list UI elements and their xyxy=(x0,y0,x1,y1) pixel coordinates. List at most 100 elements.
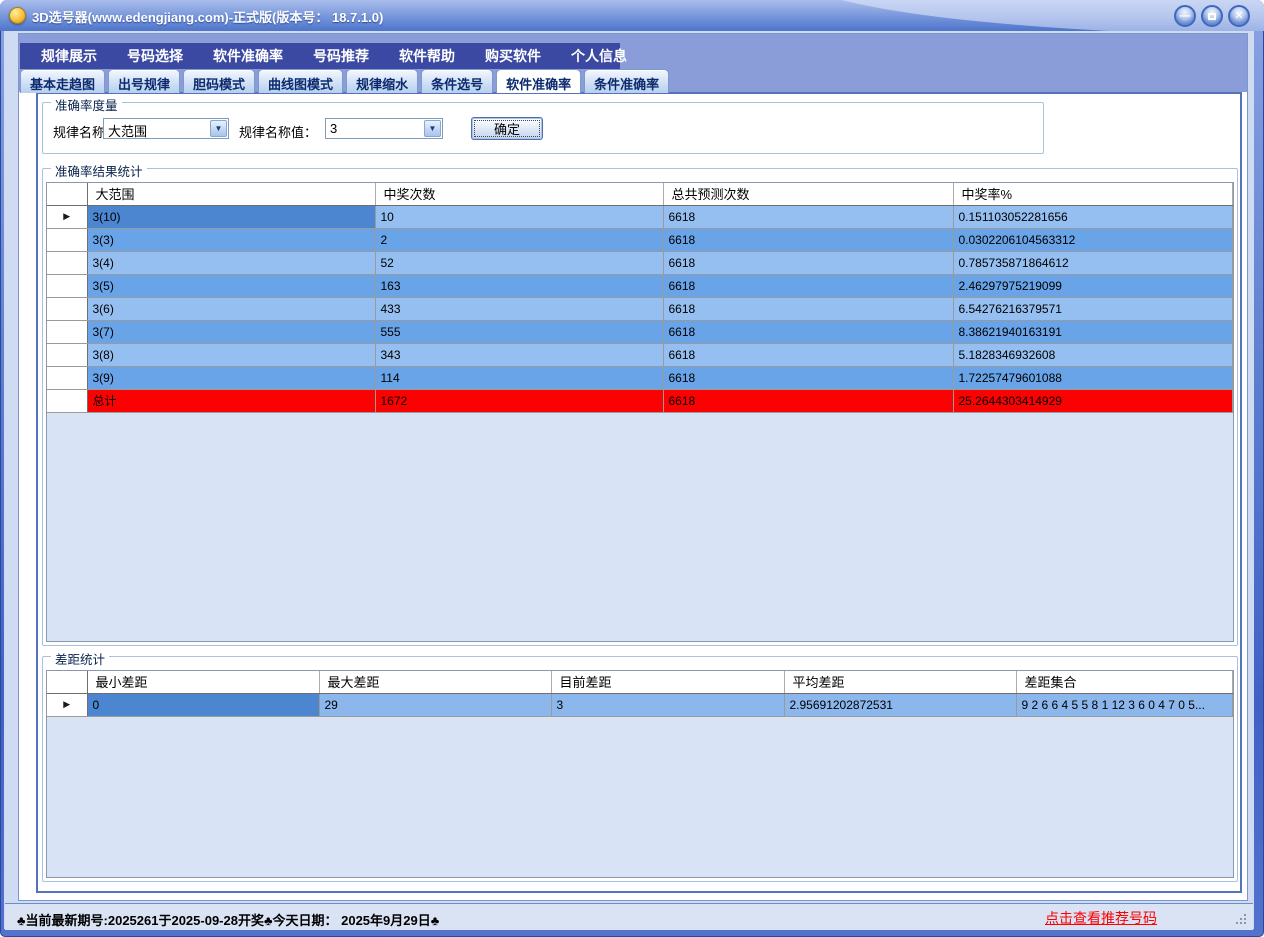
cell-win-count[interactable]: 343 xyxy=(375,343,663,366)
cell-win-count[interactable]: 114 xyxy=(375,366,663,389)
cell-min-gap[interactable]: 0 xyxy=(87,693,319,716)
cell-range[interactable]: 3(7) xyxy=(87,320,375,343)
cell-win-count[interactable]: 10 xyxy=(375,205,663,228)
table-row[interactable]: 3(4) 52 6618 0.785735871864612 xyxy=(47,251,1233,274)
table-row[interactable]: ▶ 3(10) 10 6618 0.151103052281656 xyxy=(47,205,1233,228)
cell-total[interactable]: 6618 xyxy=(663,366,953,389)
title-bar: 3D选号器(www.edengjiang.com)-正式版(版本号： 18.7.… xyxy=(0,0,1264,31)
row-header-cell[interactable] xyxy=(47,251,87,274)
cell-total[interactable]: 6618 xyxy=(663,320,953,343)
cell-total[interactable]: 6618 xyxy=(663,389,953,412)
col-header-current-gap[interactable]: 目前差距 xyxy=(551,671,784,693)
row-header-corner xyxy=(47,671,87,693)
cell-win-count[interactable]: 52 xyxy=(375,251,663,274)
cell-rate[interactable]: 0.151103052281656 xyxy=(953,205,1233,228)
resize-grip-icon[interactable] xyxy=(1236,914,1246,924)
cell-total-label[interactable]: 总计 xyxy=(87,389,375,412)
cell-range[interactable]: 3(4) xyxy=(87,251,375,274)
view-recommended-numbers-link[interactable]: 点击查看推荐号码 xyxy=(1045,908,1157,928)
table-row[interactable]: 3(9) 114 6618 1.72257479601088 xyxy=(47,366,1233,389)
results-table: 大范围 中奖次数 总共预测次数 中奖率% ▶ 3(10) 10 6618 0.1… xyxy=(47,183,1233,413)
row-header-cell[interactable] xyxy=(47,343,87,366)
maximize-icon[interactable] xyxy=(1201,5,1223,27)
table-row[interactable]: 3(8) 343 6618 5.1828346932608 xyxy=(47,343,1233,366)
cell-range[interactable]: 3(10) xyxy=(87,205,375,228)
menu-item-buy-software[interactable]: 购买软件 xyxy=(470,46,556,66)
col-header-max-gap[interactable]: 最大差距 xyxy=(319,671,551,693)
cell-rate[interactable]: 8.38621940163191 xyxy=(953,320,1233,343)
cell-total[interactable]: 6618 xyxy=(663,343,953,366)
chevron-down-icon[interactable]: ▼ xyxy=(210,120,227,137)
menu-item-number-recommend[interactable]: 号码推荐 xyxy=(298,46,384,66)
cell-rate[interactable]: 0.785735871864612 xyxy=(953,251,1233,274)
cell-total[interactable]: 6618 xyxy=(663,205,953,228)
cell-range[interactable]: 3(9) xyxy=(87,366,375,389)
cell-range[interactable]: 3(3) xyxy=(87,228,375,251)
tab-condition-select[interactable]: 条件选号 xyxy=(421,69,493,93)
cell-total[interactable]: 6618 xyxy=(663,274,953,297)
menu-item-software-help[interactable]: 软件帮助 xyxy=(384,46,470,66)
cell-rate[interactable]: 1.72257479601088 xyxy=(953,366,1233,389)
rule-value-select[interactable]: 3 ▼ xyxy=(325,118,443,139)
rule-name-select[interactable]: 大范围 ▼ xyxy=(103,118,229,139)
close-icon[interactable]: ✕ xyxy=(1228,5,1250,27)
cell-gap-set[interactable]: 9 2 6 6 4 5 5 8 1 12 3 6 0 4 7 0 5... xyxy=(1016,693,1233,716)
cell-rate[interactable]: 25.2644303414929 xyxy=(953,389,1233,412)
cell-total[interactable]: 6618 xyxy=(663,297,953,320)
row-header-cell[interactable] xyxy=(47,274,87,297)
cell-win-count[interactable]: 433 xyxy=(375,297,663,320)
col-header-range[interactable]: 大范围 xyxy=(87,183,375,205)
cell-avg-gap[interactable]: 2.95691202872531 xyxy=(784,693,1016,716)
tab-danma-mode[interactable]: 胆码模式 xyxy=(183,69,255,93)
menu-bar: 规律展示 号码选择 软件准确率 号码推荐 软件帮助 购买软件 个人信息 xyxy=(20,43,620,69)
confirm-button[interactable]: 确定 xyxy=(471,117,543,140)
menu-item-rule-display[interactable]: 规律展示 xyxy=(26,46,112,66)
tab-curve-mode[interactable]: 曲线图模式 xyxy=(258,69,343,93)
col-header-avg-gap[interactable]: 平均差距 xyxy=(784,671,1016,693)
tab-condition-accuracy[interactable]: 条件准确率 xyxy=(584,69,669,93)
row-header-cell[interactable] xyxy=(47,228,87,251)
current-row-arrow-icon[interactable]: ▶ xyxy=(47,693,87,716)
table-row[interactable]: 3(7) 555 6618 8.38621940163191 xyxy=(47,320,1233,343)
cell-rate[interactable]: 0.0302206104563312 xyxy=(953,228,1233,251)
chevron-down-icon[interactable]: ▼ xyxy=(424,120,441,137)
table-row[interactable]: 3(5) 163 6618 2.46297975219099 xyxy=(47,274,1233,297)
cell-win-count[interactable]: 163 xyxy=(375,274,663,297)
col-header-min-gap[interactable]: 最小差距 xyxy=(87,671,319,693)
table-row[interactable]: 3(3) 2 6618 0.0302206104563312 xyxy=(47,228,1233,251)
cell-current-gap[interactable]: 3 xyxy=(551,693,784,716)
menu-item-software-accuracy[interactable]: 软件准确率 xyxy=(198,46,298,66)
tab-basic-trend[interactable]: 基本走趋图 xyxy=(20,69,105,93)
cell-range[interactable]: 3(6) xyxy=(87,297,375,320)
row-header-cell[interactable] xyxy=(47,320,87,343)
cell-win-count[interactable]: 1672 xyxy=(375,389,663,412)
cell-range[interactable]: 3(8) xyxy=(87,343,375,366)
tab-software-accuracy[interactable]: 软件准确率 xyxy=(496,69,581,93)
cell-max-gap[interactable]: 29 xyxy=(319,693,551,716)
col-header-total-predictions[interactable]: 总共预测次数 xyxy=(663,183,953,205)
groupbox-label: 准确率结果统计 xyxy=(51,161,147,180)
cell-win-count[interactable]: 2 xyxy=(375,228,663,251)
row-header-cell[interactable] xyxy=(47,389,87,412)
cell-rate[interactable]: 2.46297975219099 xyxy=(953,274,1233,297)
tab-rule-shrink[interactable]: 规律缩水 xyxy=(346,69,418,93)
cell-rate[interactable]: 6.54276216379571 xyxy=(953,297,1233,320)
col-header-win-rate[interactable]: 中奖率% xyxy=(953,183,1233,205)
col-header-gap-set[interactable]: 差距集合 xyxy=(1016,671,1233,693)
cell-total[interactable]: 6618 xyxy=(663,251,953,274)
table-row[interactable]: 3(6) 433 6618 6.54276216379571 xyxy=(47,297,1233,320)
menu-item-personal-info[interactable]: 个人信息 xyxy=(556,46,642,66)
col-header-win-count[interactable]: 中奖次数 xyxy=(375,183,663,205)
minimize-icon[interactable]: — xyxy=(1174,5,1196,27)
cell-range[interactable]: 3(5) xyxy=(87,274,375,297)
cell-rate[interactable]: 5.1828346932608 xyxy=(953,343,1233,366)
cell-total[interactable]: 6618 xyxy=(663,228,953,251)
tab-number-rule[interactable]: 出号规律 xyxy=(108,69,180,93)
current-row-arrow-icon[interactable]: ▶ xyxy=(47,205,87,228)
row-header-cell[interactable] xyxy=(47,366,87,389)
table-row[interactable]: ▶ 0 29 3 2.95691202872531 9 2 6 6 4 5 5 … xyxy=(47,693,1233,716)
menu-item-number-select[interactable]: 号码选择 xyxy=(112,46,198,66)
row-header-cell[interactable] xyxy=(47,297,87,320)
total-row[interactable]: 总计 1672 6618 25.2644303414929 xyxy=(47,389,1233,412)
cell-win-count[interactable]: 555 xyxy=(375,320,663,343)
